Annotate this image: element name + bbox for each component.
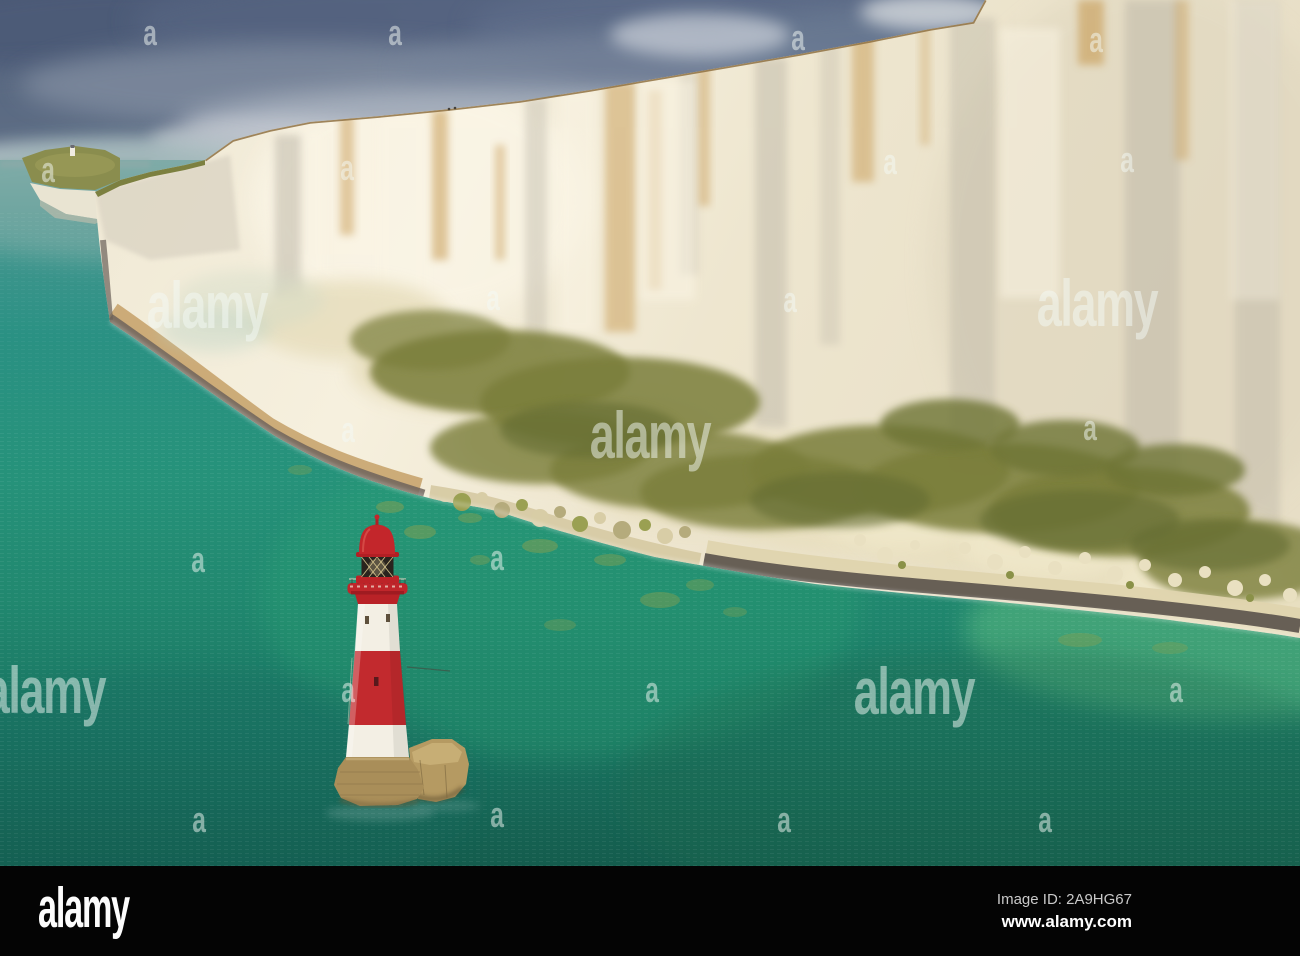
footer-info: Image ID: 2A9HG67 www.alamy.com: [997, 889, 1132, 933]
scene-graphic: [0, 0, 1300, 866]
stock-photo-page: aaaaaaaaaaaaaaaaaaaaaalamyalamyalamyalam…: [0, 0, 1300, 956]
person-dot: [447, 107, 451, 111]
belle-tout-lighthouse: [70, 147, 75, 156]
website-text: www.alamy.com: [1001, 911, 1132, 931]
lighthouse-stone-base: [334, 757, 424, 808]
alamy-logo: alamy: [38, 876, 130, 941]
shallow-water: [160, 308, 270, 352]
footer-bar: alamy Image ID: 2A9HG67 www.alamy.com: [0, 866, 1300, 956]
image-id-text: Image ID: 2A9HG67: [996, 891, 1132, 909]
person-dot: [453, 106, 457, 110]
photo-image: aaaaaaaaaaaaaaaaaaaaaalamyalamyalamyalam…: [0, 0, 1300, 866]
